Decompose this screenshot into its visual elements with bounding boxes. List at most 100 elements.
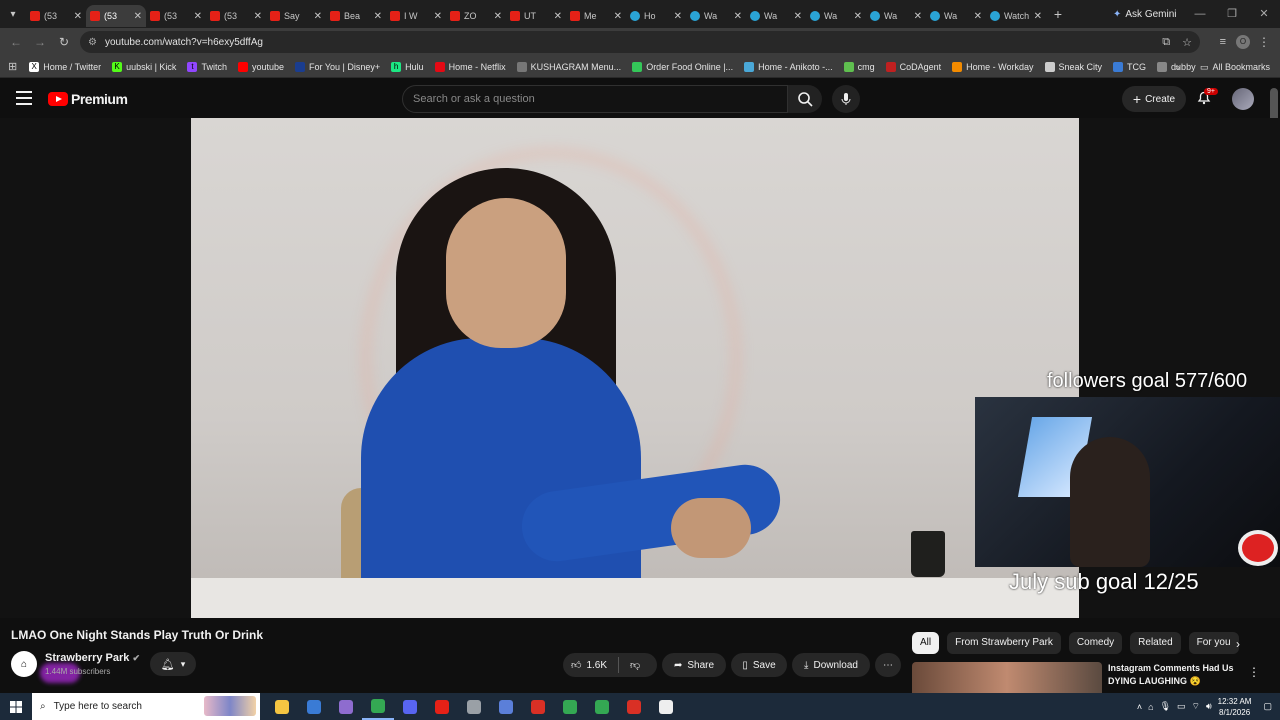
taskbar-app-icon[interactable] — [522, 693, 554, 720]
wifi-icon[interactable]: ⌔ — [1192, 701, 1200, 712]
video-frame[interactable] — [191, 118, 1079, 618]
close-tab-icon[interactable]: ✕ — [614, 11, 622, 22]
microphone-tray-icon[interactable]: 🎙︎ — [1160, 701, 1171, 712]
search-input[interactable]: Search or ask a question — [402, 85, 788, 113]
bookmark-item[interactable]: youtube — [237, 61, 284, 72]
forward-button[interactable]: → — [28, 35, 52, 49]
bookmark-item[interactable]: X Home / Twitter — [29, 61, 101, 72]
menu-icon[interactable]: ⋮ — [1258, 28, 1270, 56]
close-tab-icon[interactable]: ✕ — [374, 11, 382, 22]
close-tab-icon[interactable]: ✕ — [314, 11, 322, 22]
taskbar-app-icon[interactable] — [298, 693, 330, 720]
taskbar-app-icon[interactable] — [330, 693, 362, 720]
close-tab-icon[interactable]: ✕ — [854, 11, 862, 22]
close-tab-icon[interactable]: ✕ — [794, 11, 802, 22]
account-avatar[interactable] — [1232, 88, 1254, 110]
close-tab-icon[interactable]: ✕ — [914, 11, 922, 22]
youtube-logo[interactable]: Premium — [48, 91, 128, 107]
close-tab-icon[interactable]: ✕ — [74, 11, 82, 22]
restore-button[interactable]: ❐ — [1216, 0, 1248, 28]
voice-search-button[interactable] — [832, 85, 860, 113]
taskbar-app-icon[interactable] — [394, 693, 426, 720]
browser-tab[interactable]: ZO ✕ — [446, 5, 506, 27]
channel-name[interactable]: Strawberry Park ✔ — [45, 652, 140, 664]
display-icon[interactable]: ▭ — [1177, 701, 1186, 712]
bookmark-item[interactable]: Order Food Online |... — [632, 61, 733, 72]
browser-tab[interactable]: Watch ✕ — [986, 5, 1046, 27]
ask-gemini-button[interactable]: ✦ Ask Gemini — [1105, 5, 1185, 23]
address-bar[interactable]: ⚙ youtube.com/watch?v=h6exy5dffAg ⧉ ☆ — [80, 31, 1200, 53]
close-tab-icon[interactable]: ✕ — [974, 11, 982, 22]
recommended-video-title[interactable]: Instagram Comments Had Us DYING LAUGHING… — [1108, 662, 1238, 688]
notification-center-icon[interactable]: ▢ — [1263, 701, 1272, 712]
profile-avatar[interactable]: O — [1236, 35, 1250, 49]
menu-hamburger-icon[interactable] — [16, 91, 32, 105]
taskbar-app-icon[interactable] — [586, 693, 618, 720]
download-button[interactable]: ⤓ Download — [792, 653, 870, 677]
taskbar-app-icon[interactable] — [650, 693, 682, 720]
browser-tab[interactable]: (53 ✕ — [146, 5, 206, 27]
tray-overflow-icon[interactable]: ˄ — [1137, 702, 1142, 712]
bookmark-item[interactable]: t Twitch — [187, 61, 227, 72]
browser-tab[interactable]: Me ✕ — [566, 5, 626, 27]
browser-tab[interactable]: Wa ✕ — [746, 5, 806, 27]
close-tab-icon[interactable]: ✕ — [494, 11, 502, 22]
close-tab-icon[interactable]: ✕ — [194, 11, 202, 22]
clock[interactable]: 12:32 AM 8/1/2026 — [1218, 696, 1252, 718]
reload-button[interactable]: ↻ — [52, 35, 76, 49]
filter-chip[interactable]: From Strawberry Park — [947, 632, 1061, 654]
taskbar-search-input[interactable]: ⌕ Type here to search — [32, 693, 260, 720]
more-actions-button[interactable]: ⋯ — [875, 653, 901, 677]
filter-chip[interactable]: All — [912, 632, 940, 654]
close-tab-icon[interactable]: ✕ — [134, 11, 142, 22]
close-tab-icon[interactable]: ✕ — [434, 11, 442, 22]
like-button[interactable]: 👍︎ 1.6K — [571, 659, 607, 672]
network-icon[interactable]: ⌂ — [1148, 702, 1153, 712]
search-button[interactable] — [788, 85, 822, 113]
taskbar-app-icon[interactable] — [490, 693, 522, 720]
site-info-icon[interactable]: ⚙ — [88, 37, 97, 48]
channel-avatar[interactable]: ⌂ — [11, 651, 37, 677]
bookmark-item[interactable]: For You | Disney+ — [294, 61, 380, 72]
taskbar-app-icon[interactable] — [554, 693, 586, 720]
reading-list-icon[interactable]: ≡ — [1220, 36, 1226, 48]
bookmark-item[interactable]: KUSHAGRAM Menu... — [516, 61, 621, 72]
bookmark-item[interactable]: cmg — [843, 61, 875, 72]
close-tab-icon[interactable]: ✕ — [554, 11, 562, 22]
close-tab-icon[interactable]: ✕ — [254, 11, 262, 22]
browser-tab[interactable]: Wa ✕ — [926, 5, 986, 27]
install-icon[interactable]: ⧉ — [1162, 36, 1170, 49]
close-tab-icon[interactable]: ✕ — [674, 11, 682, 22]
browser-tab[interactable]: Bea ✕ — [326, 5, 386, 27]
save-button[interactable]: ▯ Save — [731, 653, 787, 677]
chevron-right-icon[interactable]: › — [1236, 637, 1240, 651]
browser-tab[interactable]: Wa ✕ — [866, 5, 926, 27]
tab-search-icon[interactable]: ▾ — [0, 0, 26, 28]
recommended-video-thumbnail[interactable] — [912, 662, 1102, 694]
recommended-more-icon[interactable]: ⋮ — [1248, 665, 1260, 679]
filter-chip[interactable]: For you — [1188, 632, 1239, 654]
browser-tab[interactable]: UT ✕ — [506, 5, 566, 27]
close-window-button[interactable]: ✕ — [1248, 0, 1280, 28]
bookmark-item[interactable]: h Hulu — [391, 61, 424, 72]
taskbar-app-icon[interactable] — [458, 693, 490, 720]
bookmark-item[interactable]: TCG — [1113, 61, 1146, 72]
browser-tab[interactable]: (53 ✕ — [206, 5, 266, 27]
start-button[interactable] — [0, 693, 32, 720]
bookmark-item[interactable]: Kuubski | Kick — [112, 61, 176, 72]
browser-tab[interactable]: (53 ✕ — [26, 5, 86, 27]
close-tab-icon[interactable]: ✕ — [1034, 11, 1042, 22]
subscribed-bell-button[interactable]: 🔔︎ ▾ — [150, 652, 196, 676]
back-button[interactable]: ← — [4, 35, 28, 49]
taskbar-app-icon[interactable] — [426, 693, 458, 720]
browser-tab[interactable]: Wa ✕ — [806, 5, 866, 27]
create-button[interactable]: + Create — [1122, 86, 1186, 112]
bookmark-item[interactable]: Home - Anikoto -... — [744, 61, 833, 72]
taskbar-app-icon[interactable] — [266, 693, 298, 720]
browser-tab[interactable]: Ho ✕ — [626, 5, 686, 27]
dislike-button[interactable]: 👎︎ — [630, 659, 640, 671]
bookmark-item[interactable]: Sneak City — [1044, 61, 1102, 72]
browser-tab[interactable]: I W ✕ — [386, 5, 446, 27]
apps-icon[interactable]: ⊞ — [8, 60, 17, 73]
minimize-button[interactable]: — — [1184, 0, 1216, 28]
